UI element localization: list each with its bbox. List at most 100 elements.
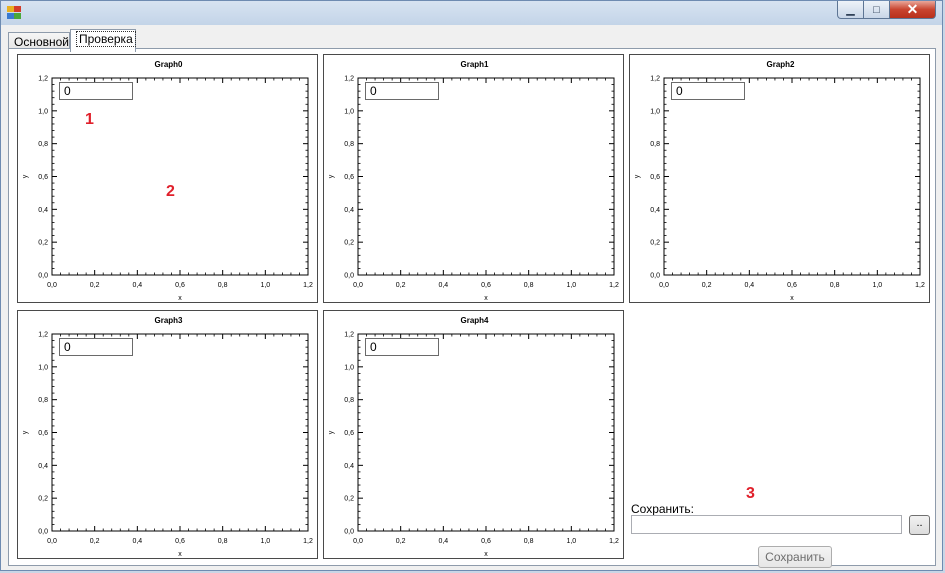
plot-area: [51, 77, 309, 276]
x-axis-label: x: [178, 295, 182, 302]
y-axis-label: y: [634, 174, 641, 178]
y-tick-label: 0,0: [38, 273, 48, 280]
x-tick-label: 0,8: [830, 282, 840, 289]
x-tick-label: 1,2: [609, 538, 619, 545]
y-axis-label: y: [328, 430, 335, 434]
client-area: Основной Проверка Graph0 0,0 0,0 0,2 0,2 0,4 0…: [4, 26, 939, 569]
y-tick-label: 1,0: [344, 108, 354, 115]
save-label: Сохранить:: [631, 502, 694, 516]
x-tick-label: 1,0: [566, 282, 576, 289]
y-tick-label: 1,2: [650, 76, 660, 83]
y-tick-label: 1,0: [344, 364, 354, 371]
x-tick-label: 0,8: [524, 538, 534, 545]
tab-check[interactable]: Проверка: [70, 29, 136, 52]
y-tick-label: 0,4: [650, 207, 660, 214]
y-tick-label: 1,2: [38, 76, 48, 83]
x-tick-label: 0,2: [396, 282, 406, 289]
x-tick-label: 1,0: [872, 282, 882, 289]
x-tick-label: 0,6: [481, 538, 491, 545]
graph-value-box: 0: [365, 338, 439, 356]
y-tick-label: 0,6: [344, 430, 354, 437]
x-tick-label: 0,8: [524, 282, 534, 289]
x-tick-label: 0,6: [481, 282, 491, 289]
graph-panel: Graph2 0,0 0,0 0,2 0,2 0,4 0,4 0,6 0,6 0,8 0,8 1,0 1…: [629, 54, 930, 303]
x-tick-label: 0,0: [659, 282, 669, 289]
graph-value-box: 0: [671, 82, 745, 100]
y-tick-label: 0,8: [344, 141, 354, 148]
graph-value-box: 0: [59, 82, 133, 100]
y-tick-label: 0,6: [650, 174, 660, 181]
x-tick-label: 0,8: [218, 282, 228, 289]
graph-panel: Graph4 0,0 0,0 0,2 0,2 0,4 0,4 0,6 0,6 0,8 0,8 1,0 1…: [323, 310, 624, 559]
y-tick-label: 0,4: [38, 463, 48, 470]
x-tick-label: 0,4: [744, 282, 754, 289]
tab-check-label: Проверка: [76, 31, 136, 47]
y-tick-label: 0,0: [344, 529, 354, 536]
annotation-marker-1: 1: [85, 111, 94, 128]
y-tick-label: 0,8: [38, 397, 48, 404]
y-tick-label: 0,6: [38, 174, 48, 181]
x-tick-label: 1,0: [260, 538, 270, 545]
x-axis-label: x: [484, 551, 488, 558]
y-tick-label: 1,0: [38, 364, 48, 371]
x-tick-label: 0,4: [438, 282, 448, 289]
plot-area: [357, 77, 615, 276]
app-icon: [7, 6, 23, 20]
maximize-button[interactable]: □: [864, 1, 890, 19]
x-tick-label: 0,2: [396, 538, 406, 545]
graph-panel: Graph0 0,0 0,0 0,2 0,2 0,4 0,4 0,6 0,6 0,8 0,8 1,0 1…: [17, 54, 318, 303]
y-axis-label: y: [22, 174, 29, 178]
graph-title: Graph2: [766, 60, 795, 69]
y-tick-label: 0,8: [38, 141, 48, 148]
x-tick-label: 1,2: [915, 282, 925, 289]
y-tick-label: 0,0: [650, 273, 660, 280]
graph-title: Graph4: [460, 316, 489, 325]
graph-title: Graph1: [460, 60, 489, 69]
x-tick-label: 0,0: [353, 282, 363, 289]
y-tick-label: 0,4: [344, 207, 354, 214]
save-button[interactable]: Сохранить: [758, 546, 832, 568]
y-tick-label: 0,4: [38, 207, 48, 214]
y-axis-label: y: [22, 430, 29, 434]
plot-area: [51, 333, 309, 532]
x-tick-label: 0,0: [47, 538, 57, 545]
graph-panel: Graph1 0,0 0,0 0,2 0,2 0,4 0,4 0,6 0,6 0,8 0,8 1,0 1…: [323, 54, 624, 303]
x-tick-label: 0,2: [702, 282, 712, 289]
x-tick-label: 0,6: [787, 282, 797, 289]
minimize-button[interactable]: ▁: [837, 1, 864, 19]
x-tick-label: 1,0: [566, 538, 576, 545]
y-tick-label: 1,0: [38, 108, 48, 115]
close-button[interactable]: ✕: [890, 1, 936, 19]
y-tick-label: 0,2: [38, 496, 48, 503]
y-tick-label: 1,0: [650, 108, 660, 115]
y-tick-label: 0,2: [38, 240, 48, 247]
y-tick-label: 0,4: [344, 463, 354, 470]
x-tick-label: 0,6: [175, 538, 185, 545]
y-tick-label: 0,2: [344, 496, 354, 503]
y-axis-label: y: [328, 174, 335, 178]
x-axis-label: x: [484, 295, 488, 302]
x-tick-label: 1,2: [303, 538, 313, 545]
graph-value-box: 0: [59, 338, 133, 356]
y-tick-label: 0,6: [344, 174, 354, 181]
x-tick-label: 0,0: [353, 538, 363, 545]
title-bar[interactable]: ▁ □ ✕: [1, 1, 942, 25]
x-tick-label: 0,4: [132, 282, 142, 289]
y-tick-label: 1,2: [344, 76, 354, 83]
x-tick-label: 0,2: [90, 282, 100, 289]
x-tick-label: 1,0: [260, 282, 270, 289]
x-tick-label: 0,0: [47, 282, 57, 289]
main-window: ▁ □ ✕ Основной Проверка Graph0 0,0 0,0 0,2 0…: [0, 0, 943, 571]
annotation-marker-2: 2: [166, 183, 175, 200]
x-tick-label: 1,2: [609, 282, 619, 289]
y-tick-label: 0,0: [344, 273, 354, 280]
browse-button[interactable]: ..: [909, 515, 930, 535]
x-tick-label: 0,2: [90, 538, 100, 545]
x-tick-label: 0,8: [218, 538, 228, 545]
y-tick-label: 0,8: [344, 397, 354, 404]
y-tick-label: 0,0: [38, 529, 48, 536]
x-axis-label: x: [790, 295, 794, 302]
save-path-input[interactable]: [631, 515, 902, 534]
y-tick-label: 1,2: [344, 332, 354, 339]
tab-page-check: Graph0 0,0 0,0 0,2 0,2 0,4 0,4 0,6 0,6 0,8 0,8 1,0 1…: [8, 48, 936, 568]
